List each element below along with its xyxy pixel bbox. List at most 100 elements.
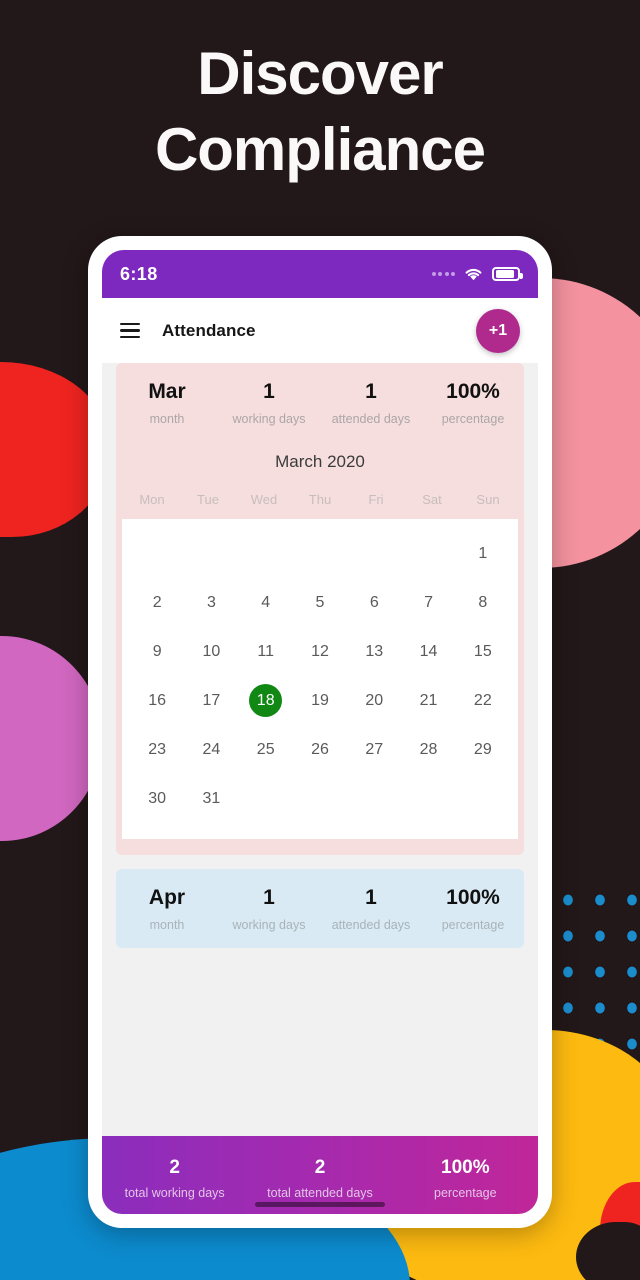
stat-working-days-value: 1 [263,380,275,403]
calendar-day-empty [184,529,238,578]
calendar-day-6[interactable]: 6 [347,578,401,627]
calendar-day-18[interactable]: 18 [239,676,293,725]
phone-mockup: 6:18 Attendance +1 Mar month 1 working d… [88,236,552,1228]
calendar-day-11[interactable]: 11 [239,627,293,676]
stat-month-label: month [149,412,185,426]
calendar-month-title: March 2020 [275,452,365,471]
calendar-day-22[interactable]: 22 [456,676,510,725]
calendar-day-30[interactable]: 30 [130,774,184,823]
april-stats-row: Apr month 1 working days 1 attended days… [116,885,524,932]
hamburger-menu-icon[interactable] [120,323,140,338]
april-stat-month: Apr month [116,885,218,932]
calendar-day-17[interactable]: 17 [184,676,238,725]
signal-dots-icon [431,272,455,276]
calendar-day-2[interactable]: 2 [130,578,184,627]
stat-percentage-label: percentage [441,412,505,426]
calendar-day-23[interactable]: 23 [130,725,184,774]
march-stats-row: Mar month 1 working days 1 attended days… [116,379,524,426]
weekday-fri: Fri [368,492,384,507]
calendar-day-26[interactable]: 26 [293,725,347,774]
total-working-days: 2 total working days [102,1156,247,1200]
calendar-day-empty [293,529,347,578]
calendar-day-29[interactable]: 29 [456,725,510,774]
april-stat-percentage: 100% percentage [422,885,524,932]
total-attended-days: 2 total attended days [247,1156,392,1200]
month-card-april[interactable]: Apr month 1 working days 1 attended days… [116,869,524,948]
stat-month: Mar month [116,379,218,426]
calendar-day-empty [456,774,510,823]
promo-headline: Discover Compliance [0,36,640,188]
calendar-weekday-header: Mon Tue Wed Thu Fri Sat Sun [116,492,524,507]
stat-working-days-label: working days [232,412,306,426]
calendar-day-28[interactable]: 28 [401,725,455,774]
calendar-week-row: 30 31 [130,774,510,823]
calendar-day-marked[interactable]: 18 [249,684,283,717]
calendar-day-empty [347,774,401,823]
phone-screen: 6:18 Attendance +1 Mar month 1 working d… [102,250,538,1214]
calendar-week-row: 16 17 18 19 20 21 22 [130,676,510,725]
calendar-day-16[interactable]: 16 [130,676,184,725]
calendar-day-31[interactable]: 31 [184,774,238,823]
status-bar: 6:18 [102,250,538,298]
april-stat-working-days: 1 working days [218,885,320,932]
total-percentage-value: 100% [441,1157,490,1178]
april-stat-month-value: Apr [148,886,186,909]
calendar-day-5[interactable]: 5 [293,578,347,627]
april-stat-attended-days-label: attended days [331,918,411,932]
headline-line-1: Discover [197,40,443,107]
april-stat-month-label: month [149,918,185,932]
calendar-day-21[interactable]: 21 [401,676,455,725]
calendar-day-25[interactable]: 25 [239,725,293,774]
add-attendance-button[interactable]: +1 [476,308,520,353]
calendar-day-empty [401,774,455,823]
calendar-day-7[interactable]: 7 [401,578,455,627]
april-stat-percentage-label: percentage [441,918,505,932]
weekday-sun: Sun [476,492,500,507]
calendar-day-14[interactable]: 14 [401,627,455,676]
total-percentage: 100% percentage [393,1156,538,1200]
stat-attended-days-value: 1 [365,380,377,403]
page-title: Attendance [162,320,256,340]
stat-attended-days: 1 attended days [320,379,422,426]
stat-month-value: Mar [148,380,186,403]
calendar-day-13[interactable]: 13 [347,627,401,676]
calendar-day-empty [239,529,293,578]
calendar-day-24[interactable]: 24 [184,725,238,774]
calendar-day-empty [293,774,347,823]
weekday-mon: Mon [139,492,165,507]
calendar-week-row: 23 24 25 26 27 28 29 [130,725,510,774]
home-indicator[interactable] [255,1202,385,1207]
calendar-week-row: 1 [130,529,510,578]
calendar-day-9[interactable]: 9 [130,627,184,676]
stat-percentage: 100% percentage [422,379,524,426]
decorative-orchid-blob [0,636,102,841]
status-bar-icons [431,267,523,281]
april-stat-attended-days: 1 attended days [320,885,422,932]
status-bar-time: 6:18 [120,263,158,284]
total-attended-days-label: total attended days [267,1186,373,1200]
calendar-grid[interactable]: 1 2 3 4 5 6 7 8 9 10 11 12 13 14 15 16 17 18 19 20 21 22 23 24 2… [122,519,518,839]
calendar-day-empty [130,529,184,578]
month-card-march[interactable]: Mar month 1 working days 1 attended days… [116,363,524,855]
calendar-day-1[interactable]: 1 [456,529,510,578]
calendar-week-row: 2345678 [130,578,510,627]
calendar-day-8[interactable]: 8 [456,578,510,627]
weekday-tue: Tue [197,492,219,507]
total-working-days-value: 2 [169,1157,180,1178]
april-stat-attended-days-value: 1 [365,886,377,909]
april-stat-working-days-label: working days [232,918,306,932]
calendar-day-20[interactable]: 20 [347,676,401,725]
calendar-day-4[interactable]: 4 [239,578,293,627]
calendar-day-27[interactable]: 27 [347,725,401,774]
stat-percentage-value: 100% [446,380,500,403]
calendar-day-10[interactable]: 10 [184,627,238,676]
headline-line-2: Compliance [154,116,486,183]
totals-bar: 2 total working days 2 total attended da… [102,1136,538,1214]
calendar-day-19[interactable]: 19 [293,676,347,725]
april-stat-percentage-value: 100% [446,886,500,909]
calendar-day-3[interactable]: 3 [184,578,238,627]
calendar-day-12[interactable]: 12 [293,627,347,676]
attendance-scroll-body[interactable]: Mar month 1 working days 1 attended days… [102,363,538,1214]
calendar-day-15[interactable]: 15 [456,627,510,676]
calendar-day-empty [239,774,293,823]
